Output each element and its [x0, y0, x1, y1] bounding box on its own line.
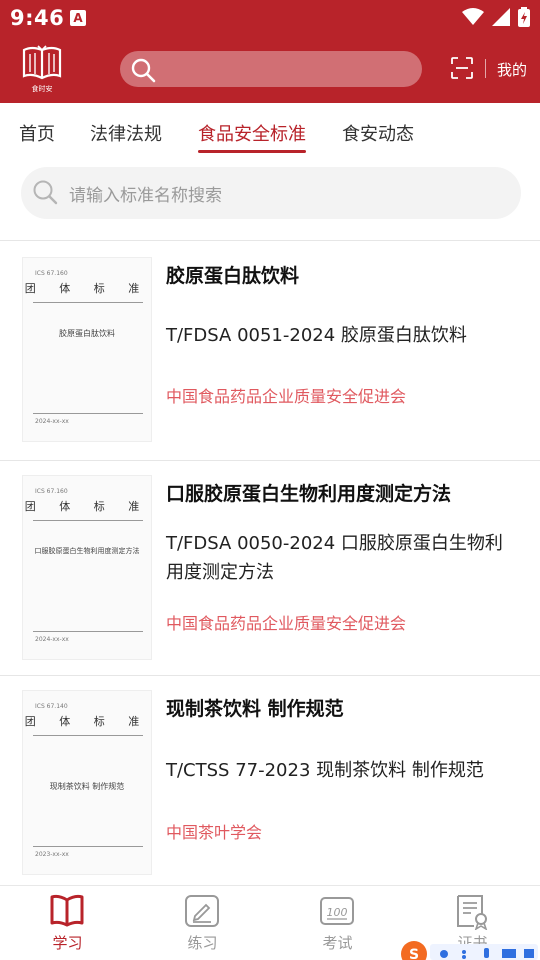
tab-news[interactable]: 食安动态 [342, 120, 414, 146]
item-code: T/FDSA 0051-2024 胶原蛋白肽饮料 [166, 325, 467, 346]
nav-study[interactable]: 学习 [0, 886, 135, 960]
svg-text:100: 100 [327, 906, 348, 919]
logo-label: 食时安 [31, 85, 53, 93]
scan-icon[interactable] [451, 57, 473, 79]
tab-home[interactable]: 首页 [19, 120, 55, 146]
score-100-icon: 100 [320, 897, 354, 925]
item-title: 现制茶饮料 制作规范 [166, 698, 344, 720]
active-tab-indicator [198, 150, 306, 153]
nav-label: 考试 [322, 934, 353, 952]
svg-text:S: S [409, 947, 419, 960]
app-header: 9:46 A 食时安 我的 [0, 0, 540, 103]
item-organization: 中国食品药品企业质量安全促进会 [166, 614, 407, 633]
status-icons [462, 7, 530, 27]
header-search-bar[interactable] [120, 51, 422, 87]
input-method-toolbar[interactable]: S [398, 938, 540, 960]
tab-laws[interactable]: 法律法规 [90, 120, 162, 146]
item-organization: 中国食品药品企业质量安全促进会 [166, 387, 407, 406]
search-placeholder: 请输入标准名称搜索 [69, 186, 222, 206]
category-tabs: 首页 法律法规 食品安全标准 食安动态 [0, 103, 540, 161]
tab-food-standards[interactable]: 食品安全标准 [198, 120, 306, 146]
standard-search-input[interactable]: 请输入标准名称搜索 [21, 167, 521, 219]
nav-practice[interactable]: 练习 [135, 886, 270, 960]
standard-thumbnail: ICS 67.140 团 体 标 准 现制茶饮料 制作规范 2023-xx-xx [22, 690, 152, 875]
status-bar: 9:46 A [0, 0, 540, 36]
item-title: 口服胶原蛋白生物利用度测定方法 [166, 483, 452, 505]
battery-icon [518, 7, 530, 27]
standard-list-item[interactable]: ICS 67.160 团 体 标 准 胶原蛋白肽饮料 2024-xx-xx 胶原… [0, 241, 540, 460]
notification-icon: A [70, 10, 86, 26]
header-divider [485, 59, 486, 78]
standard-thumbnail: ICS 67.160 团 体 标 准 口服胶原蛋白生物利用度测定方法 2024-… [22, 475, 152, 660]
item-organization: 中国茶叶学会 [166, 823, 263, 842]
standard-list-item[interactable]: ICS 67.160 团 体 标 准 口服胶原蛋白生物利用度测定方法 2024-… [0, 461, 540, 675]
wifi-icon [462, 8, 484, 25]
item-title: 胶原蛋白肽饮料 [166, 265, 300, 287]
app-logo: 食时安 [20, 44, 64, 94]
search-icon [131, 58, 156, 83]
standard-thumbnail: ICS 67.160 团 体 标 准 胶原蛋白肽饮料 2024-xx-xx [22, 257, 152, 442]
certificate-icon [457, 895, 488, 930]
nav-label: 练习 [187, 934, 218, 952]
nav-label: 学习 [52, 934, 83, 952]
book-icon [50, 894, 84, 927]
item-code: T/FDSA 0050-2024 口服胶原蛋白生物利用度测定方法 [166, 533, 503, 583]
mine-link[interactable]: 我的 [497, 59, 527, 80]
status-time: 9:46 [10, 6, 65, 30]
standard-list-item[interactable]: ICS 67.140 团 体 标 准 现制茶饮料 制作规范 2023-xx-xx… [0, 676, 540, 885]
book-logo-icon [22, 45, 62, 80]
nav-exam[interactable]: 100 考试 [270, 886, 405, 960]
signal-icon [492, 8, 510, 26]
search-icon [33, 180, 58, 205]
edit-icon [185, 895, 219, 927]
item-code: T/CTSS 77-2023 现制茶饮料 制作规范 [166, 760, 484, 781]
